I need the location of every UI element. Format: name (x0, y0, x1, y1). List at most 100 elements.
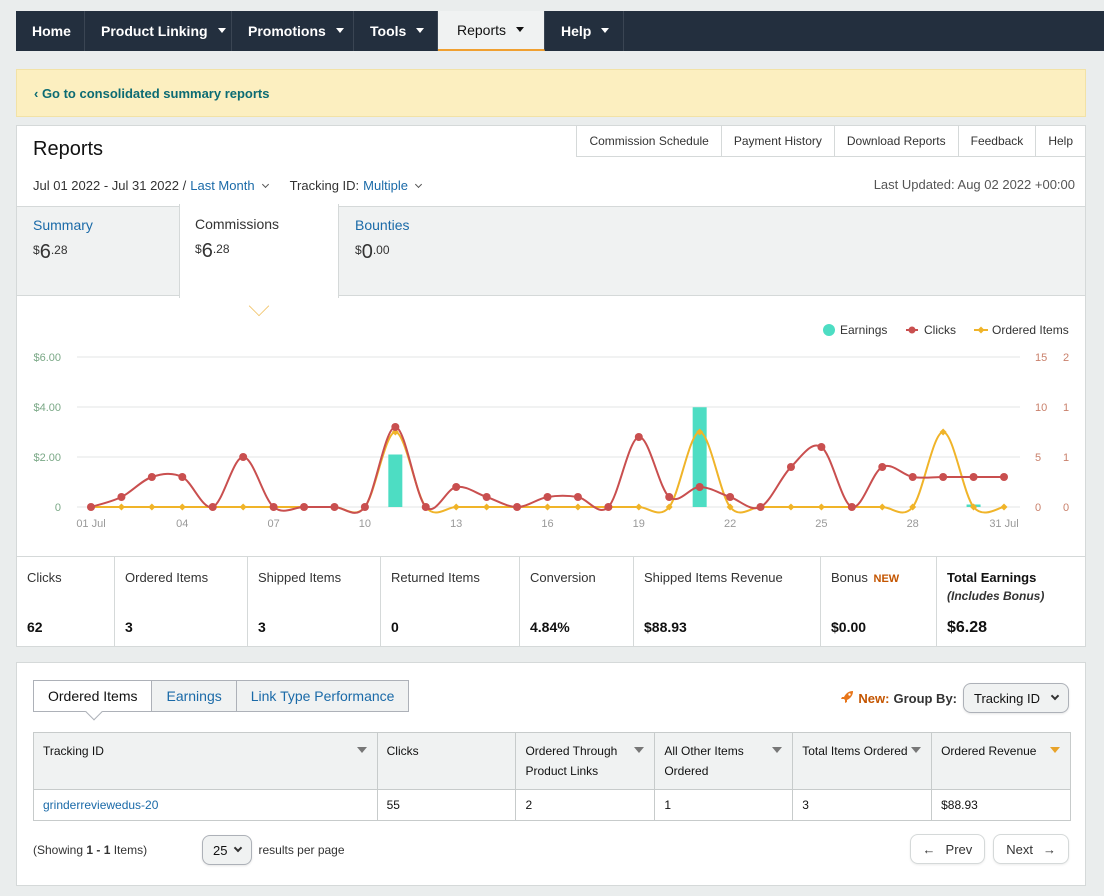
payment-history-link[interactable]: Payment History (721, 125, 835, 157)
x-tick-label: 13 (450, 518, 462, 530)
clicks-point (178, 473, 187, 481)
nav-promotions[interactable]: Promotions (232, 11, 354, 51)
caret-down-icon (516, 26, 525, 32)
nav-product-linking[interactable]: Product Linking (85, 11, 232, 51)
legend-earnings-label: Earnings (840, 323, 887, 337)
cell-tracking-id[interactable]: grinderreviewedus-20 (33, 789, 378, 821)
clicks-point (513, 503, 522, 511)
metric-total-earnings: Total Earnings (Includes Bonus) $6.28 (947, 570, 1045, 636)
clicks-point (786, 463, 795, 471)
metric-clicks: Clicks 62 (17, 557, 115, 647)
cell-all-other-items: 1 (654, 789, 794, 821)
caret-down-icon (335, 27, 344, 33)
feedback-link[interactable]: Feedback (958, 125, 1037, 157)
y-right2-tick-label: 1 (1063, 402, 1069, 414)
ordered-items-point (817, 503, 825, 511)
col-ordered-revenue[interactable]: Ordered Revenue (931, 732, 1071, 790)
clicks-point (269, 503, 278, 511)
sort-caret-icon (911, 747, 922, 753)
col-clicks[interactable]: Clicks (376, 732, 517, 790)
ordered-items-point (452, 503, 460, 511)
nav-reports[interactable]: Reports (438, 11, 545, 51)
group-by-select[interactable]: Tracking ID (963, 683, 1069, 713)
date-range: Jul 01 2022 - Jul 31 2022 / (33, 178, 187, 193)
chart-svg: $6.00$4.00$2.000151050211001 Jul 04 07 10 13… (33, 323, 1069, 530)
sort-caret-icon (772, 747, 783, 753)
clicks-point (756, 503, 765, 511)
period-dropdown[interactable]: Last Month (190, 178, 254, 193)
legend-clicks-marker (908, 326, 916, 334)
showing-count: (Showing 1 - 1 Items) (33, 843, 148, 857)
clicks-point (117, 493, 126, 501)
col-ordered-through-links[interactable]: Ordered Through Product Links (515, 732, 656, 790)
metric-conversion: Conversion 4.84% (520, 557, 634, 647)
report-subtabs: Commission Schedule Payment History Down… (576, 125, 1086, 157)
pagination: ← Prev Next → (909, 834, 1069, 864)
clicks-point (908, 473, 917, 481)
commissions-tab[interactable]: Commissions $6.28 (179, 204, 339, 298)
nav-tools[interactable]: Tools (354, 11, 438, 51)
tracking-id-dropdown[interactable]: Multiple (363, 178, 408, 193)
col-all-other-items[interactable]: All Other Items Ordered (654, 732, 794, 790)
table-row: grinderreviewedus-20 55 2 1 3 $88.93 (33, 789, 1071, 821)
per-page-select[interactable]: 25 (202, 835, 253, 865)
tracking-id-label: Tracking ID: (289, 178, 360, 193)
metric-bonus: Bonus NEW $0.00 (821, 557, 937, 647)
y-right2-tick-label: 1 (1063, 452, 1069, 464)
next-button[interactable]: Next → (993, 834, 1069, 864)
help-link[interactable]: Help (1036, 125, 1086, 157)
consolidated-summary-link[interactable]: ‹ Go to consolidated summary reports (34, 86, 270, 101)
ordered-items-point (483, 503, 491, 511)
cell-ordered-revenue: $88.93 (931, 789, 1071, 821)
x-tick-label: 04 (176, 518, 188, 530)
clicks-point (847, 503, 856, 511)
tab-earnings[interactable]: Earnings (152, 680, 237, 712)
sort-caret-icon (1050, 747, 1060, 753)
clicks-point (695, 483, 704, 491)
caret-down-icon (217, 27, 226, 33)
arrow-left-icon: ← (922, 841, 936, 857)
legend-clicks-label: Clicks (924, 323, 956, 337)
clicks-point (147, 473, 156, 481)
col-total-items[interactable]: Total Items Ordered (792, 732, 933, 790)
ordered-items-point (178, 503, 186, 511)
summary-tab[interactable]: Summary $6.28 (33, 217, 93, 264)
chevron-down-icon (1050, 691, 1060, 701)
top-nav: Home Product Linking Promotions Tools Re… (16, 11, 1104, 51)
chevron-down-icon (261, 180, 269, 188)
ordered-items-point (787, 503, 795, 511)
sort-caret-icon (634, 747, 645, 753)
nav-home[interactable]: Home (16, 11, 85, 51)
clicks-point (1000, 473, 1008, 481)
clicks-point (421, 503, 430, 511)
earnings-bar (692, 407, 707, 507)
legend-ordered-label: Ordered Items (992, 323, 1069, 337)
chevron-down-icon (414, 180, 422, 188)
tab-link-type-performance[interactable]: Link Type Performance (236, 680, 410, 712)
clicks-point (817, 443, 826, 451)
ordered-items-point (574, 503, 582, 511)
y-right-tick-label: 0 (1035, 502, 1041, 514)
clicks-point (878, 463, 887, 471)
nav-help[interactable]: Help (545, 11, 624, 51)
sort-caret-icon (356, 747, 367, 753)
clicks-point (939, 473, 948, 481)
clicks-point (634, 433, 643, 441)
bounties-tab[interactable]: Bounties $0.00 (355, 217, 409, 264)
y-left-tick-label: $2.00 (33, 452, 61, 464)
y-left-tick-label: $6.00 (33, 352, 61, 364)
caret-down-icon (416, 27, 425, 33)
commission-schedule-link[interactable]: Commission Schedule (576, 125, 722, 157)
per-page-control: 25 results per page (202, 835, 345, 865)
x-tick-label: 19 (633, 518, 645, 530)
x-tick-label: 25 (815, 518, 827, 530)
y-right-tick-label: 10 (1035, 402, 1047, 414)
caret-down-icon (601, 27, 610, 33)
x-tick-label: 28 (907, 518, 919, 530)
download-reports-link[interactable]: Download Reports (834, 125, 959, 157)
clicks-point (543, 493, 552, 501)
earnings-bar (388, 454, 403, 507)
col-tracking-id[interactable]: Tracking ID (33, 732, 378, 790)
prev-button[interactable]: ← Prev (909, 834, 986, 864)
ordered-items-point (1000, 503, 1008, 511)
